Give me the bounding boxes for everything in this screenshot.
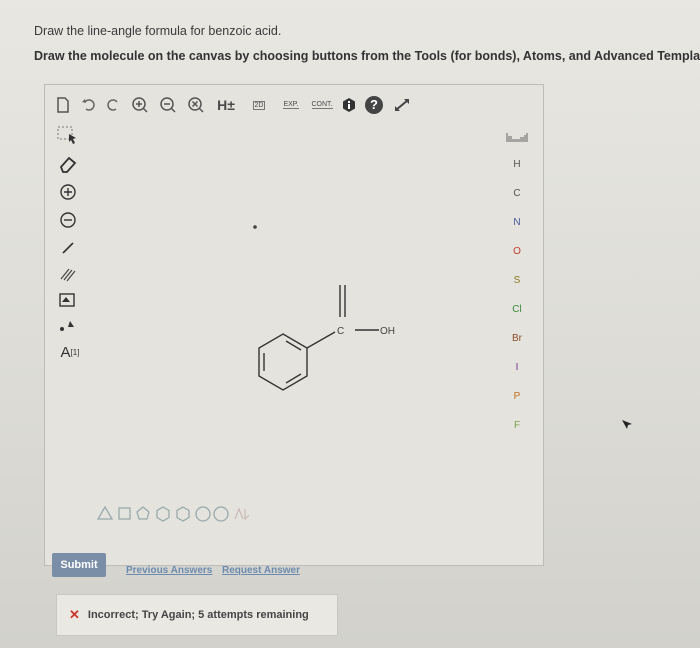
zoom-in-icon[interactable] [129, 95, 151, 115]
benzene-hexagon [258, 333, 308, 391]
benzene-double-bond-2 [285, 373, 302, 384]
contract-button[interactable]: CONT. [307, 95, 337, 115]
mouse-cursor-icon [620, 418, 634, 437]
carbon-label: C [337, 326, 344, 337]
atom-list-label: A [60, 343, 71, 361]
atom-panel: H C N O S Cl Br I P F [491, 125, 541, 525]
atom-button-n[interactable]: N [505, 217, 529, 228]
page: Draw the line-angle formula for benzoic … [0, 0, 700, 648]
molecule-drawing: C OH [253, 225, 395, 391]
oh-label: OH [380, 326, 395, 337]
info-icon[interactable] [339, 95, 359, 115]
carbonyl-double-bond [339, 285, 346, 317]
question-text: Draw the line-angle formula for benzoic … [34, 24, 282, 38]
positive-charge-icon[interactable] [57, 181, 79, 203]
clear-icon[interactable] [185, 95, 207, 115]
cyclooctane-template-icon[interactable] [213, 506, 229, 522]
atom-button-h[interactable]: H [505, 159, 529, 170]
cycloheptane-template-icon[interactable] [195, 506, 211, 522]
new-document-icon[interactable] [53, 95, 73, 115]
fullscreen-icon[interactable] [391, 95, 413, 115]
atom-button-c[interactable]: C [505, 188, 529, 199]
help-button[interactable]: ? [363, 95, 385, 115]
periodic-table-icon[interactable] [505, 131, 529, 146]
cyclopropane-template-icon[interactable] [96, 505, 114, 520]
chain-tool-icon[interactable] [57, 315, 79, 337]
atom-button-br[interactable]: Br [505, 333, 529, 344]
request-answer-link[interactable]: Request Answer [222, 565, 300, 576]
atom-button-cl[interactable]: Cl [505, 304, 529, 315]
select-tool[interactable] [57, 125, 79, 147]
template-icon[interactable] [57, 289, 79, 311]
cyclohexane-template-icon[interactable] [156, 506, 170, 522]
atom-list-tool[interactable]: A [1] [57, 341, 83, 363]
more-templates-icon[interactable] [234, 507, 250, 521]
multiple-bond-icon[interactable] [57, 263, 79, 285]
atom-button-f[interactable]: F [505, 420, 529, 431]
atom-list-sup: [1] [70, 347, 80, 357]
redo-icon[interactable] [103, 95, 123, 115]
drawing-canvas[interactable]: C OH [87, 125, 485, 515]
previous-answers-link[interactable]: Previous Answers [126, 565, 212, 576]
cyclobutane-template-icon[interactable] [118, 507, 131, 520]
atom-button-o[interactable]: O [505, 246, 529, 257]
feedback-box: ✕ Incorrect; Try Again; 5 attempts remai… [56, 594, 338, 636]
help-icon: ? [365, 96, 383, 114]
submit-button[interactable]: Submit [52, 553, 106, 577]
left-toolbar: A [1] [49, 125, 83, 465]
negative-charge-icon[interactable] [57, 209, 79, 231]
atom-button-p[interactable]: P [505, 391, 529, 402]
atom-button-i[interactable]: I [505, 362, 529, 373]
ring-to-carbon-bond [306, 331, 336, 349]
2d-label: 2D [252, 100, 266, 110]
cyclopentane-template-icon[interactable] [136, 506, 150, 520]
benzene-template-icon[interactable] [176, 506, 190, 522]
cont-label: CONT. [311, 101, 333, 109]
instruction-text: Draw the molecule on the canvas by choos… [34, 49, 700, 63]
x-icon: ✕ [69, 607, 80, 622]
zoom-out-icon[interactable] [157, 95, 179, 115]
exp-label: EXP. [283, 101, 299, 109]
single-bond-icon[interactable] [57, 237, 79, 259]
ring-templates [95, 503, 295, 525]
2d-clean-button[interactable]: 2D [245, 95, 273, 115]
expand-button[interactable]: EXP. [277, 95, 305, 115]
undo-icon[interactable] [79, 95, 99, 115]
molecule-editor: H± 2D EXP. CONT. ? A [1] C OH H C N O S … [44, 84, 544, 566]
stray-dot [253, 225, 257, 229]
eraser-icon[interactable] [57, 153, 79, 175]
feedback-text: Incorrect; Try Again; 5 attempts remaini… [87, 609, 309, 621]
benzene-double-bond-1 [285, 340, 302, 351]
editor-toolbar: H± 2D EXP. CONT. ? [45, 85, 543, 123]
benzene-ring [258, 285, 379, 391]
atom-button-s[interactable]: S [505, 275, 529, 286]
hydrogen-toggle-button[interactable]: H± [213, 95, 239, 115]
